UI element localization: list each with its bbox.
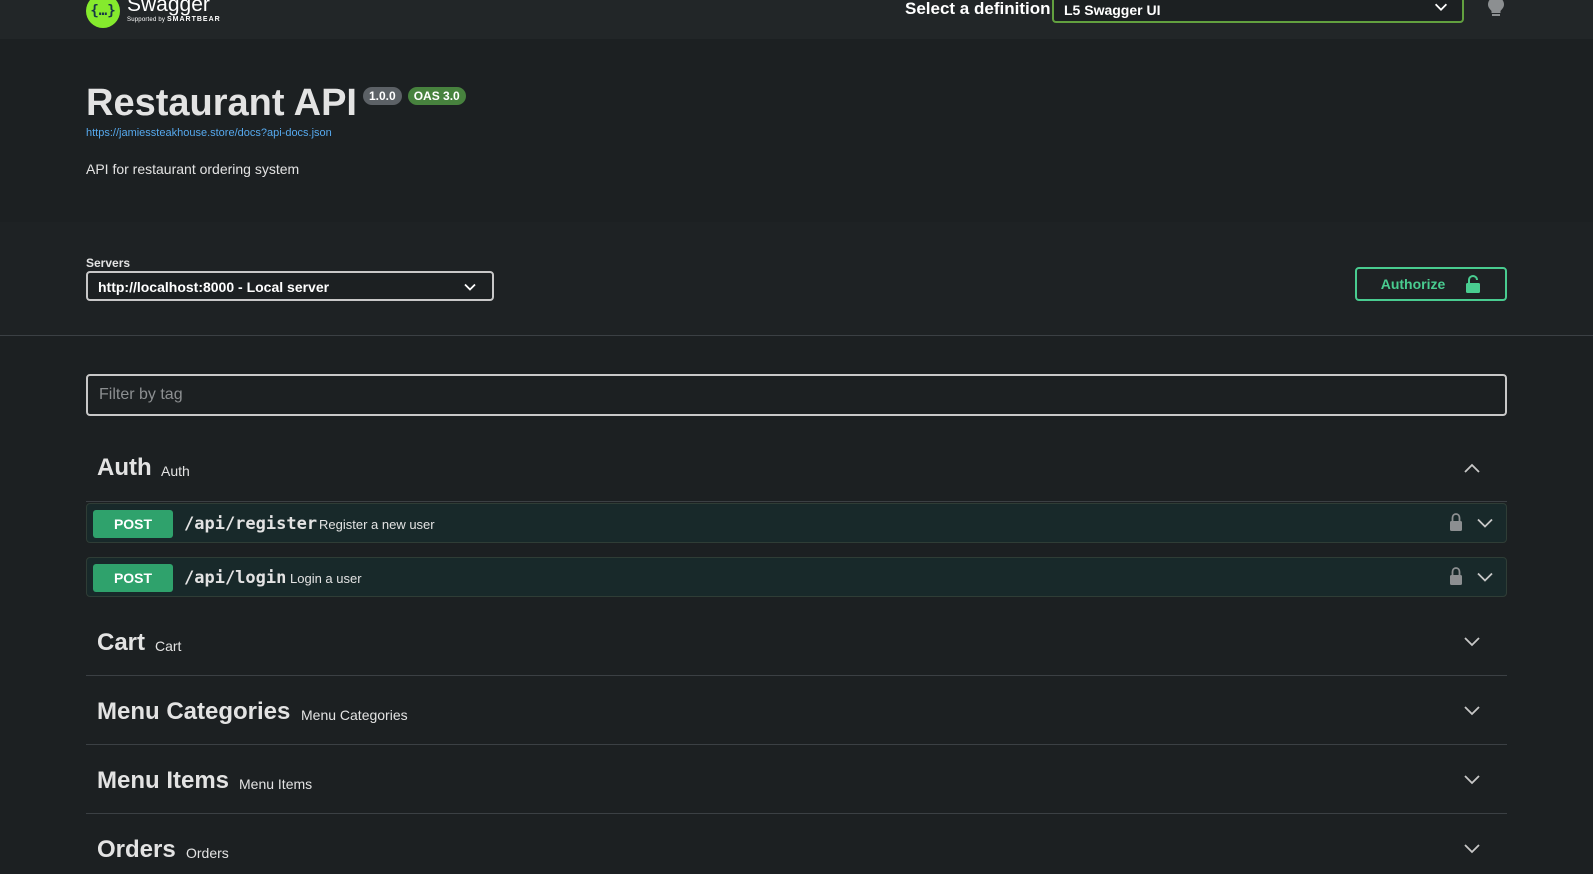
servers-select-value: http://localhost:8000 - Local server [98, 279, 330, 295]
tag-description: Menu Categories [301, 707, 408, 723]
tag-description: Menu Items [239, 776, 313, 792]
tag-menu-categories[interactable]: Menu Categories Menu Categories [86, 676, 1507, 745]
logo-subtitle: Supported by SMARTBEAR [127, 16, 221, 23]
tag-name: Menu Categories [97, 698, 291, 725]
operation-post-login[interactable]: POST /api/login Login a user [86, 557, 1507, 597]
operation-post-register[interactable]: POST /api/register Register a new user [86, 503, 1507, 543]
lightbulb-icon[interactable] [1487, 0, 1505, 18]
filter-by-tag-input[interactable]: Filter by tag [86, 374, 1507, 416]
swagger-logo[interactable]: {…} Swagger Supported by SMARTBEAR [86, 0, 221, 28]
tag-orders[interactable]: Orders Orders [86, 814, 1507, 874]
chevron-down-icon[interactable] [1462, 839, 1482, 859]
unlock-icon [1466, 275, 1481, 293]
top-bar: {…} Swagger Supported by SMARTBEAR Selec… [0, 0, 1593, 39]
tag-description: Orders [186, 845, 229, 861]
chevron-down-icon[interactable] [1476, 515, 1494, 531]
version-badge: 1.0.0 [363, 87, 402, 105]
logo-sub-brand: SMARTBEAR [166, 16, 221, 23]
definition-select[interactable]: L5 Swagger UI [1052, 0, 1464, 23]
filter-placeholder: Filter by tag [99, 386, 183, 403]
definition-label: Select a definition [905, 0, 1051, 18]
tag-name: Orders [97, 836, 176, 863]
tag-name: Cart [97, 629, 146, 656]
lock-icon[interactable] [1449, 567, 1463, 585]
page-title: Restaurant API [86, 82, 357, 124]
http-method-badge: POST [93, 564, 173, 592]
lock-icon[interactable] [1449, 513, 1463, 531]
api-title-row: Restaurant API 1.0.0 OAS 3.0 [86, 83, 466, 123]
swagger-logo-icon: {…} [86, 0, 120, 28]
scheme-container: Servers http://localhost:8000 - Local se… [0, 222, 1593, 336]
api-description: API for restaurant ordering system [86, 161, 300, 177]
servers-label: Servers [86, 256, 131, 270]
operation-path: /api/login [184, 568, 287, 588]
oas-badge: OAS 3.0 [407, 87, 466, 105]
chevron-down-icon [464, 283, 476, 291]
chevron-down-icon[interactable] [1462, 701, 1482, 721]
swagger-logo-text: Swagger Supported by SMARTBEAR [127, 0, 221, 23]
logo-sub-prefix: Supported by [127, 17, 166, 23]
tag-description: Auth [161, 463, 190, 479]
servers-select[interactable]: http://localhost:8000 - Local server [86, 271, 494, 301]
tag-description: Cart [155, 638, 182, 654]
authorize-label: Authorize [1380, 276, 1446, 292]
operation-path: /api/register [184, 514, 318, 534]
tag-cart[interactable]: Cart Cart [86, 606, 1507, 676]
chevron-down-icon [1434, 3, 1448, 11]
chevron-down-icon[interactable] [1462, 770, 1482, 790]
spec-url-link[interactable]: https://jamiessteakhouse.store/docs?api-… [86, 127, 332, 139]
logo-word: Swagger [127, 0, 210, 16]
tag-name: Auth [97, 454, 152, 481]
http-method-badge: POST [93, 510, 173, 538]
definition-select-value: L5 Swagger UI [1064, 2, 1161, 18]
tag-menu-items[interactable]: Menu Items Menu Items [86, 745, 1507, 814]
operation-summary: Register a new user [319, 517, 435, 532]
chevron-up-icon[interactable] [1462, 458, 1482, 478]
operation-summary: Login a user [290, 571, 362, 586]
tag-auth[interactable]: Auth Auth [86, 440, 1507, 502]
authorize-button[interactable]: Authorize [1355, 267, 1507, 301]
chevron-down-icon[interactable] [1476, 569, 1494, 585]
chevron-down-icon[interactable] [1462, 632, 1482, 652]
tag-name: Menu Items [97, 767, 230, 794]
